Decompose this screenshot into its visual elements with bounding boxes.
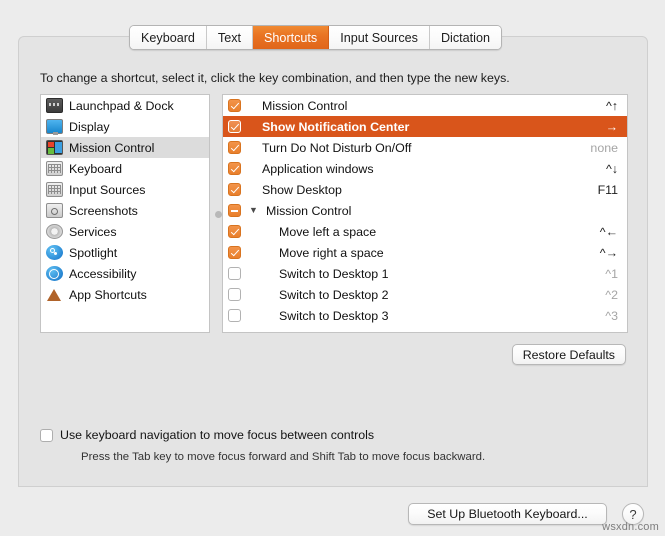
shortcut-key-combination[interactable]: ^↑: [606, 99, 618, 113]
gear-icon: [46, 224, 63, 239]
shortcut-row[interactable]: Switch to Desktop 1^1: [223, 263, 627, 284]
shortcut-enabled-checkbox[interactable]: [228, 183, 241, 196]
tab-input-sources[interactable]: Input Sources: [329, 26, 430, 49]
shortcut-enabled-checkbox[interactable]: [228, 288, 241, 301]
category-label: Launchpad & Dock: [69, 99, 174, 113]
shortcut-row[interactable]: Turn Do Not Disturb On/Offnone: [223, 137, 627, 158]
category-label: Keyboard: [69, 162, 122, 176]
category-label: Screenshots: [69, 204, 138, 218]
setup-bluetooth-keyboard-button[interactable]: Set Up Bluetooth Keyboard...: [408, 503, 607, 525]
instructions-text: To change a shortcut, select it, click t…: [40, 71, 510, 85]
shortcut-key-combination[interactable]: none: [590, 141, 618, 155]
shortcut-enabled-checkbox[interactable]: [228, 120, 241, 133]
category-label: Display: [69, 120, 110, 134]
category-row[interactable]: Screenshots: [41, 200, 209, 221]
shortcut-enabled-checkbox[interactable]: [228, 162, 241, 175]
category-row[interactable]: Accessibility: [41, 263, 209, 284]
shortcut-enabled-checkbox[interactable]: [228, 204, 241, 217]
shortcut-enabled-checkbox[interactable]: [228, 141, 241, 154]
keyboard-navigation-label: Use keyboard navigation to move focus be…: [60, 428, 374, 442]
keyboard-icon: [46, 161, 63, 176]
chevron-down-icon[interactable]: ▼: [249, 206, 258, 215]
shortcut-label: Switch to Desktop 2: [279, 288, 605, 302]
shortcut-key-combination[interactable]: ^2: [605, 288, 618, 302]
shortcut-key-combination[interactable]: ^↓: [606, 162, 618, 176]
category-row[interactable]: Keyboard: [41, 158, 209, 179]
launchpad-icon: [46, 98, 63, 113]
shortcut-row[interactable]: Move right a space^→: [223, 242, 627, 263]
shortcut-enabled-checkbox[interactable]: [228, 225, 241, 238]
category-label: Mission Control: [69, 141, 154, 155]
restore-defaults-button[interactable]: Restore Defaults: [512, 344, 626, 365]
category-label: Spotlight: [69, 246, 117, 260]
keyboard-navigation-checkbox[interactable]: [40, 429, 53, 442]
mission-control-icon: [46, 140, 63, 155]
shortcut-label: Show Notification Center: [262, 120, 606, 134]
shortcut-label: Mission Control: [266, 204, 618, 218]
shortcut-row[interactable]: Mission Control^↑: [223, 95, 627, 116]
shortcut-label: Move left a space: [279, 225, 600, 239]
shortcut-enabled-checkbox[interactable]: [228, 267, 241, 280]
category-label: Accessibility: [69, 267, 136, 281]
shortcut-label: Switch to Desktop 1: [279, 267, 605, 281]
shortcut-key-combination[interactable]: →: [606, 120, 618, 134]
category-row[interactable]: Services: [41, 221, 209, 242]
accessibility-icon: [46, 266, 63, 281]
category-row[interactable]: Display: [41, 116, 209, 137]
category-row[interactable]: Mission Control: [41, 137, 209, 158]
shortcut-enabled-checkbox[interactable]: [228, 309, 241, 322]
shortcut-label: Application windows: [262, 162, 606, 176]
shortcut-row[interactable]: Switch to Desktop 2^2: [223, 284, 627, 305]
tab-shortcuts[interactable]: Shortcuts: [253, 26, 329, 49]
keyboard-navigation-description: Press the Tab key to move focus forward …: [81, 451, 485, 463]
shortcut-label: Show Desktop: [262, 183, 598, 197]
preferences-panel: To change a shortcut, select it, click t…: [18, 36, 648, 487]
shortcut-category-list[interactable]: Launchpad & Dock Display Mission Control Ke…: [40, 94, 210, 333]
shortcut-row[interactable]: Show Notification Center→: [223, 116, 627, 137]
shortcut-row[interactable]: Move left a space^←: [223, 221, 627, 242]
shortcut-label: Switch to Desktop 3: [279, 309, 605, 323]
category-label: App Shortcuts: [69, 288, 147, 302]
keyboard-icon: [46, 182, 63, 197]
shortcut-row[interactable]: Show DesktopF11: [223, 179, 627, 200]
category-label: Services: [69, 225, 117, 239]
shortcut-row[interactable]: Switch to Desktop 3^3: [223, 305, 627, 326]
shortcut-key-combination[interactable]: ^←: [600, 225, 618, 239]
shortcut-key-combination[interactable]: F11: [598, 183, 618, 197]
tab-keyboard[interactable]: Keyboard: [130, 26, 207, 49]
shortcut-list[interactable]: Mission Control^↑Show Notification Cente…: [222, 94, 628, 333]
shortcut-label: Mission Control: [262, 99, 606, 113]
shortcut-key-combination[interactable]: ^3: [605, 309, 618, 323]
shortcut-group-row[interactable]: ▼ Mission Control: [223, 200, 627, 221]
category-row[interactable]: App Shortcuts: [41, 284, 209, 305]
shortcuts-split-view: Launchpad & Dock Display Mission Control Ke…: [40, 94, 628, 333]
search-icon: [46, 245, 63, 260]
shortcut-key-combination[interactable]: ^→: [600, 246, 618, 260]
app-shortcuts-icon: [46, 287, 63, 302]
category-label: Input Sources: [69, 183, 145, 197]
preference-tab-bar[interactable]: KeyboardTextShortcutsInput SourcesDictat…: [129, 25, 502, 50]
shortcut-enabled-checkbox[interactable]: [228, 99, 241, 112]
category-row[interactable]: Input Sources: [41, 179, 209, 200]
watermark: wsxdn.com: [602, 521, 659, 533]
shortcut-enabled-checkbox[interactable]: [228, 246, 241, 259]
shortcut-label: Move right a space: [279, 246, 600, 260]
category-row[interactable]: Spotlight: [41, 242, 209, 263]
shortcut-key-combination[interactable]: ^1: [605, 267, 618, 281]
tab-text[interactable]: Text: [207, 26, 253, 49]
screenshot-icon: [46, 203, 63, 218]
category-row[interactable]: Launchpad & Dock: [41, 95, 209, 116]
split-view-divider-handle[interactable]: [215, 211, 222, 218]
display-icon: [46, 119, 63, 134]
shortcut-row[interactable]: Application windows^↓: [223, 158, 627, 179]
keyboard-navigation-row[interactable]: Use keyboard navigation to move focus be…: [40, 428, 374, 442]
tab-dictation[interactable]: Dictation: [430, 26, 501, 49]
shortcut-label: Turn Do Not Disturb On/Off: [262, 141, 590, 155]
